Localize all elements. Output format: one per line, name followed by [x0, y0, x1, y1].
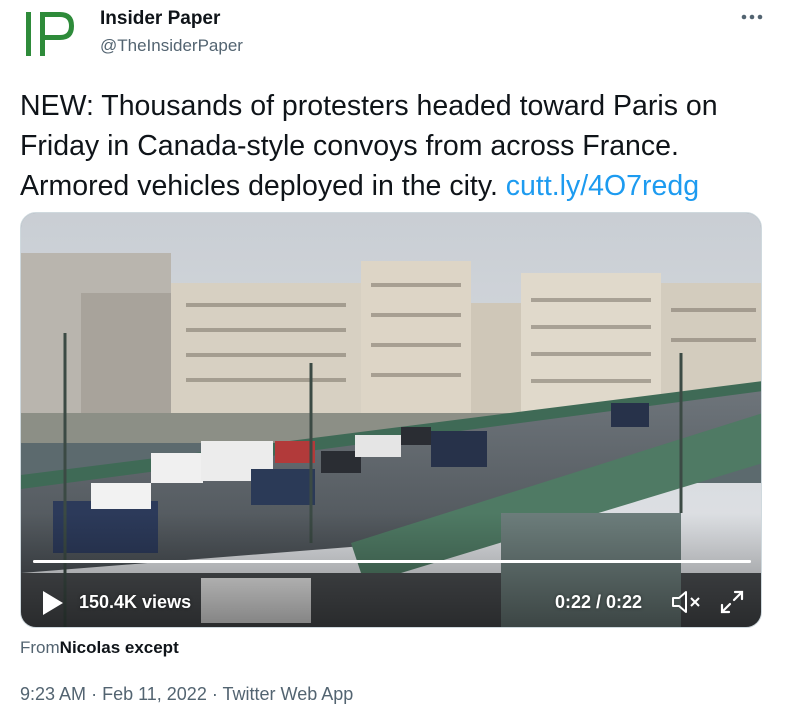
mute-icon[interactable]	[669, 587, 703, 617]
tweet-meta: 9:23 AM · Feb 11, 2022 · Twitter Web App	[20, 684, 353, 705]
tweet-date[interactable]: Feb 11, 2022	[102, 684, 207, 704]
video-player[interactable]: 150.4K views 0:22 / 0:22	[20, 212, 762, 628]
author-name[interactable]: Insider Paper	[100, 8, 220, 30]
attribution-prefix: From	[20, 638, 60, 657]
more-icon[interactable]	[735, 2, 769, 32]
video-time: 0:22 / 0:22	[555, 592, 643, 612]
view-count: 150.4K views	[79, 592, 192, 612]
progress-fill	[33, 560, 751, 563]
tweet-time[interactable]: 9:23 AM	[20, 684, 86, 704]
avatar[interactable]	[20, 8, 84, 66]
meta-separator: ·	[91, 684, 98, 704]
tweet-text: NEW: Thousands of protesters headed towa…	[20, 86, 780, 206]
tweet-source[interactable]: Twitter Web App	[223, 684, 354, 704]
progress-bar[interactable]	[33, 560, 751, 563]
author-handle[interactable]: @TheInsiderPaper	[100, 36, 243, 56]
tweet-header: Insider Paper @TheInsiderPaper	[0, 0, 808, 70]
expand-icon[interactable]	[717, 587, 747, 617]
tweet-link[interactable]: cutt.ly/4O7redg	[506, 170, 699, 202]
meta-separator: ·	[211, 684, 218, 704]
attribution-name[interactable]: Nicolas except	[60, 638, 179, 657]
play-icon[interactable]	[39, 589, 65, 617]
video-attribution: FromNicolas except	[20, 638, 179, 658]
video-frame	[21, 213, 761, 627]
